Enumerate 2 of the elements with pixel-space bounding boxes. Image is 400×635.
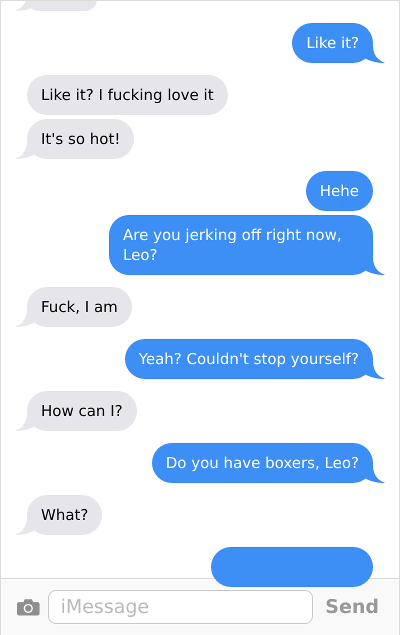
send-button[interactable]: Send xyxy=(321,592,383,622)
message-field[interactable]: iMessage xyxy=(48,590,314,624)
